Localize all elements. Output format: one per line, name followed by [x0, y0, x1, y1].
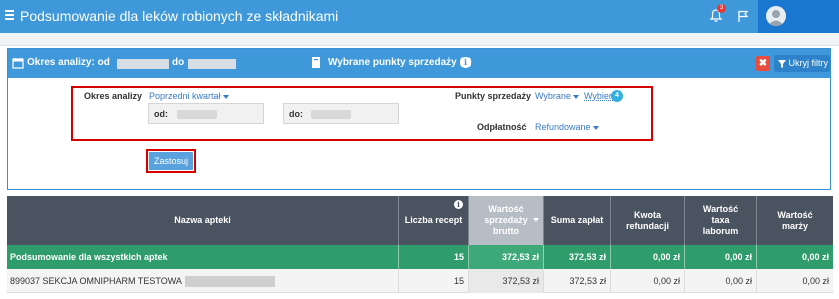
period-to-redacted	[188, 59, 236, 69]
hide-filters-label: Ukryj filtry	[788, 58, 829, 68]
user-avatar-icon[interactable]	[766, 6, 786, 26]
top-bar: Podsumowanie dla leków robionych ze skła…	[0, 0, 839, 33]
table-header: Nazwa apteki Liczba recept i Wartość sprz…	[7, 196, 833, 245]
column-header-prescriptions[interactable]: Liczba recept i	[399, 196, 469, 245]
pharmacy-name: 899037 SEKCJA OMNIPHARM TESTOWA	[10, 276, 182, 286]
sub-header-strip	[0, 33, 839, 46]
info-icon[interactable]: i	[460, 57, 471, 68]
period-from-redacted	[117, 59, 169, 69]
table-row[interactable]: 899037 SEKCJA OMNIPHARM TESTOWA 15 372,5…	[7, 269, 833, 293]
column-header-refund-amount[interactable]: Kwota refundacji	[611, 196, 685, 245]
summary-refund-amount: 0,00 zł	[611, 245, 685, 269]
summary-row: Podsumowanie dla wszystkich aptek 15 372…	[7, 245, 833, 269]
summary-taxa-laborum: 0,00 zł	[685, 245, 757, 269]
column-header-pharmacy-name[interactable]: Nazwa apteki	[7, 196, 399, 245]
menu-icon[interactable]	[5, 10, 15, 20]
pharmacy-name-redacted	[184, 276, 275, 288]
payments-sum-cell: 372,53 zł	[544, 269, 611, 293]
close-icon[interactable]: ✖	[756, 56, 770, 71]
book-icon	[312, 57, 320, 68]
date-from-redacted	[177, 110, 217, 119]
sort-desc-icon	[533, 218, 539, 222]
chevron-down-icon	[572, 94, 579, 99]
refund-amount-cell: 0,00 zł	[611, 269, 685, 293]
points-of-sale-value: Wybrane	[535, 91, 571, 101]
selected-points-label: Wybrane punkty sprzedaży (4)	[328, 57, 472, 68]
margin-cell: 0,00 zł	[802, 276, 829, 286]
gross-sales-cell: 372,53 zł	[469, 269, 544, 293]
date-to-label: do:	[289, 109, 303, 119]
date-from-label: od:	[154, 109, 168, 119]
date-from-field[interactable]: od:	[148, 103, 264, 124]
selected-points-count-badge: 4	[611, 90, 623, 102]
page-title: Podsumowanie dla leków robionych ze skła…	[20, 8, 339, 24]
hide-filters-button[interactable]: Ukryj filtry	[774, 55, 830, 72]
period-dropdown[interactable]: Poprzedni kwartał	[149, 91, 229, 101]
summary-name: Podsumowanie dla wszystkich aptek	[7, 245, 399, 269]
user-menu[interactable]	[758, 0, 839, 33]
info-icon[interactable]: i	[454, 200, 463, 209]
apply-button[interactable]: Zastosuj	[149, 152, 193, 170]
date-to-field[interactable]: do:	[283, 103, 399, 124]
points-of-sale-dropdown[interactable]: Wybrane	[535, 91, 579, 101]
chevron-down-icon	[592, 125, 599, 130]
payment-type-label: Odpłatność	[477, 122, 527, 132]
payment-type-value: Refundowane	[535, 122, 591, 132]
calendar-icon	[12, 58, 24, 69]
column-header-taxa-laborum[interactable]: Wartość taxa laborum	[685, 196, 757, 245]
filter-panel-header: Okres analizy: od do Wybrane punkty sprz…	[8, 49, 830, 78]
pharmacy-name-cell: 899037 SEKCJA OMNIPHARM TESTOWA	[7, 269, 399, 293]
chevron-down-icon	[222, 94, 229, 99]
column-header-gross-sales[interactable]: Wartość sprzedaży brutto	[469, 196, 544, 245]
column-header-margin[interactable]: Wartość marży	[757, 196, 833, 245]
summary-payments-sum: 372,53 zł	[544, 245, 611, 269]
notification-count-badge: 3	[717, 4, 726, 13]
taxa-laborum-cell: 0,00 zł	[685, 269, 757, 293]
date-to-redacted	[311, 110, 351, 119]
summary-margin: 0,00 zł	[801, 252, 829, 262]
period-dropdown-value: Poprzedni kwartał	[149, 91, 221, 101]
period-summary-label: Okres analizy: od	[27, 57, 110, 68]
summary-prescriptions: 15	[399, 245, 469, 269]
summary-gross-sales: 372,53 zł	[469, 245, 544, 269]
period-to-label: do	[172, 57, 185, 68]
flag-icon[interactable]	[737, 10, 749, 23]
period-label: Okres analizy	[84, 91, 143, 101]
column-header-payments-sum[interactable]: Suma zapłat	[544, 196, 611, 245]
payment-type-dropdown[interactable]: Refundowane	[535, 122, 599, 132]
points-of-sale-label: Punkty sprzedaży	[455, 91, 532, 101]
filter-icon	[778, 59, 786, 68]
prescriptions-cell: 15	[399, 269, 469, 293]
